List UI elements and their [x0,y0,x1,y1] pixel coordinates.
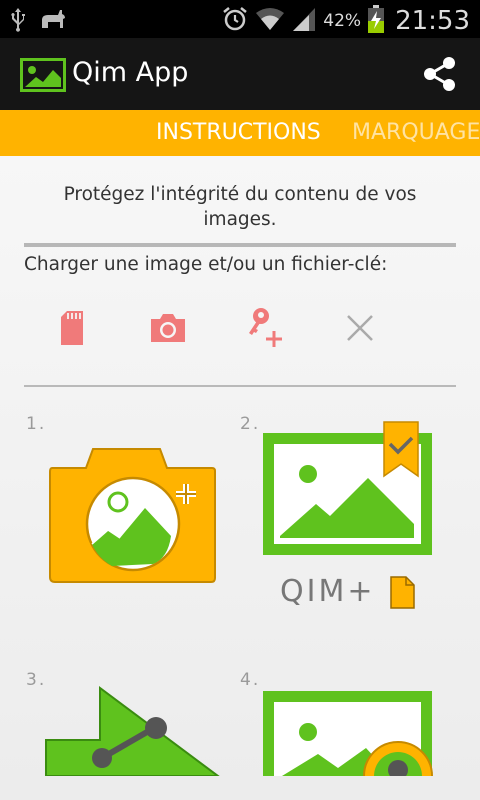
file-icon [388,576,416,614]
alarm-icon [221,5,249,37]
tab-marquage[interactable]: MARQUAGE [352,120,480,145]
battery-charging-icon [367,4,385,38]
tab-bar: INSTRUCTIONS MARQUAGE [0,110,480,156]
step-number: 1. [26,414,47,434]
notification-icons [8,6,68,36]
content-area: Protégez l'intégrité du contenu de vos i… [0,156,480,800]
battery-percent: 42% [323,11,362,31]
divider [24,243,456,247]
signal-icon [291,5,317,37]
app-title: Qim App [72,57,189,88]
usb-icon [8,6,28,36]
qim-caption: QIM+ [280,574,376,609]
wifi-icon [255,5,285,37]
share-arrow-icon [44,684,222,780]
clear-icon[interactable] [338,306,382,350]
clock: 21:53 [395,6,470,36]
image-verify-icon [258,686,438,800]
camera-add-image-icon [48,446,218,590]
app-logo-icon[interactable] [20,58,66,96]
intro-text: Protégez l'intégrité du contenu de vos i… [63,184,417,230]
divider [24,385,456,387]
tab-instructions[interactable]: INSTRUCTIONS [156,120,321,145]
load-label: Charger une image et/ou un fichier-clé: [24,254,388,275]
camera-icon[interactable] [146,306,190,350]
status-bar: 42% 21:53 [0,0,480,38]
image-watermark-icon [258,420,438,564]
action-bar: Qim App [0,38,480,110]
sd-card-icon[interactable] [50,306,94,350]
add-key-icon[interactable] [242,306,286,350]
system-icons: 42% 21:53 [221,4,470,38]
android-debug-icon [38,6,68,36]
share-icon[interactable] [422,55,458,97]
